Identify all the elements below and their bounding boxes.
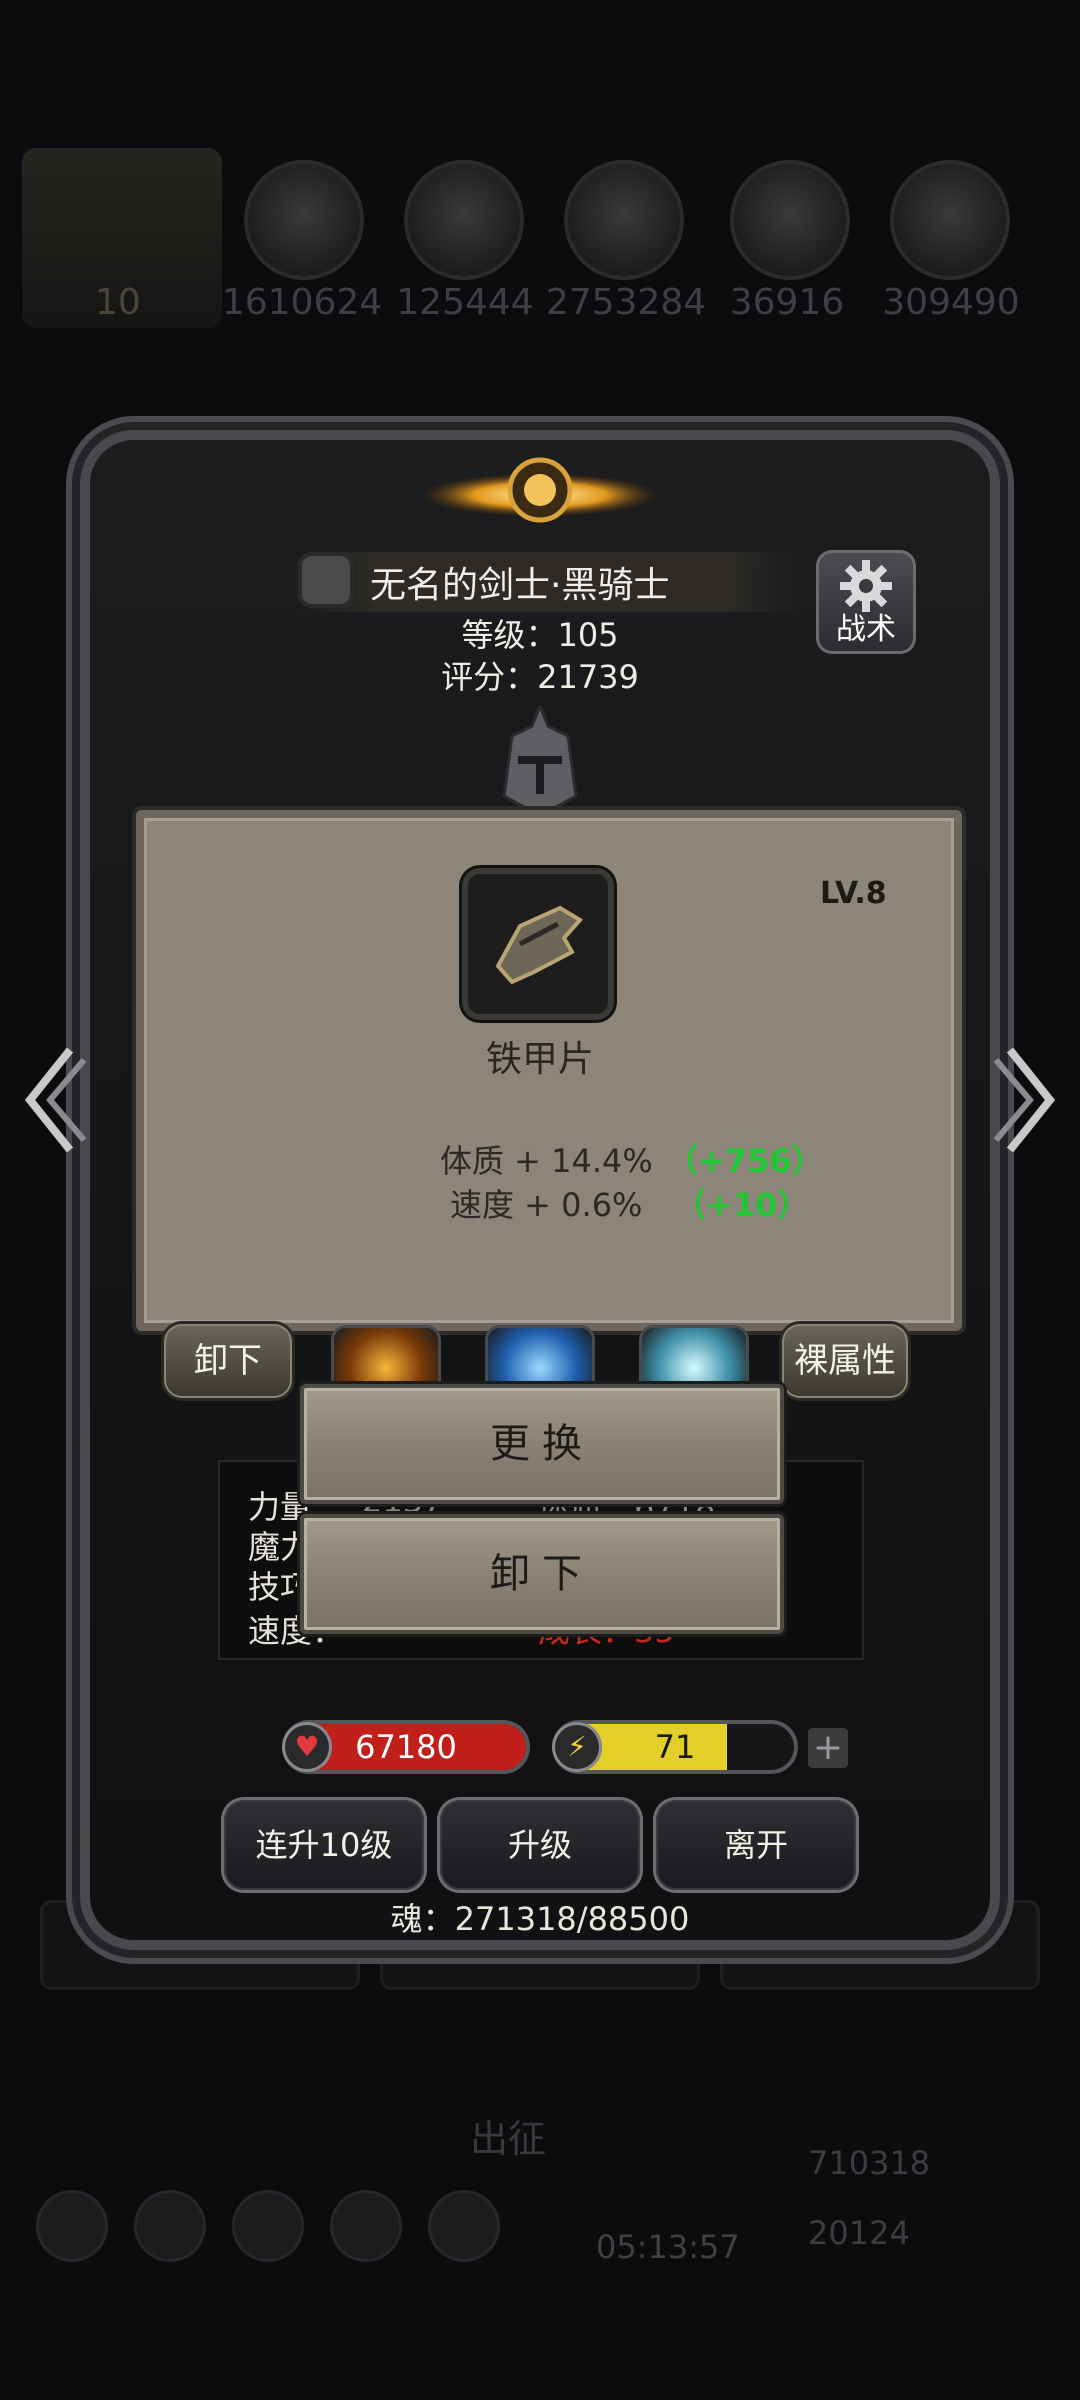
leave-button[interactable]: 离开 xyxy=(656,1800,856,1890)
item-attribute: 体质 + 14.4% xyxy=(440,1142,653,1180)
bg-menu-icon xyxy=(330,2190,402,2262)
resource-icon xyxy=(244,160,364,280)
item-attribute: 速度 + 0.6% xyxy=(450,1186,643,1224)
naked-attributes-button[interactable]: 裸属性 xyxy=(782,1324,908,1398)
soul-counter: 魂：271318/88500 xyxy=(390,1900,690,1938)
bg-expedition-title: 出征 xyxy=(470,2117,547,2161)
resource-icon xyxy=(730,160,850,280)
item-level: LV.8 xyxy=(820,876,887,911)
bg-menu-icon xyxy=(428,2190,500,2262)
unequip-button[interactable]: 卸下 xyxy=(300,1514,784,1634)
bg-gold: 710318 xyxy=(808,2144,931,2182)
add-energy-button[interactable]: + xyxy=(808,1728,848,1768)
resource-value: 2753284 xyxy=(545,282,707,323)
hero-name: 无名的剑士·黑骑士 xyxy=(370,565,670,606)
resource-value: 309490 xyxy=(882,282,1020,323)
bg-menu-icon xyxy=(232,2190,304,2262)
knight-helmet-icon xyxy=(502,706,578,816)
resource-icon xyxy=(890,160,1010,280)
lightning-icon: ⚡ xyxy=(552,1722,602,1772)
hero-score: 评分：21739 xyxy=(441,658,639,696)
level-up-button[interactable]: 升级 xyxy=(440,1800,640,1890)
item-icon-frame xyxy=(468,874,608,1014)
resource-icon xyxy=(564,160,684,280)
replace-button[interactable]: 更换 xyxy=(300,1384,784,1504)
resource-icon xyxy=(404,160,524,280)
iron-plate-icon xyxy=(495,905,584,985)
resource-value: 1610624 xyxy=(221,282,383,323)
level-up-10-button[interactable]: 连升10级 xyxy=(224,1800,424,1890)
emblem-icon xyxy=(420,457,660,523)
heart-icon: ♥ xyxy=(282,1722,332,1772)
tactics-button[interactable]: 战术 xyxy=(816,550,916,654)
item-attribute-bonus: （+10） xyxy=(674,1186,810,1224)
item-attribute-bonus: （+756） xyxy=(666,1142,824,1180)
bg-timer: 05:13:57 xyxy=(596,2228,740,2266)
class-icon xyxy=(298,552,354,608)
resource-value: 125444 xyxy=(396,282,534,323)
player-level: 10 xyxy=(95,282,141,323)
bg-menu-icon xyxy=(36,2190,108,2262)
hero-level: 等级：105 xyxy=(461,616,619,654)
item-name: 铁甲片 xyxy=(485,1039,594,1080)
bg-menu-icon xyxy=(134,2190,206,2262)
bg-gems: 20124 xyxy=(808,2214,910,2252)
tactics-label: 战术 xyxy=(836,612,896,647)
resource-value: 36916 xyxy=(729,282,845,323)
unequip-small-button[interactable]: 卸下 xyxy=(164,1324,292,1398)
